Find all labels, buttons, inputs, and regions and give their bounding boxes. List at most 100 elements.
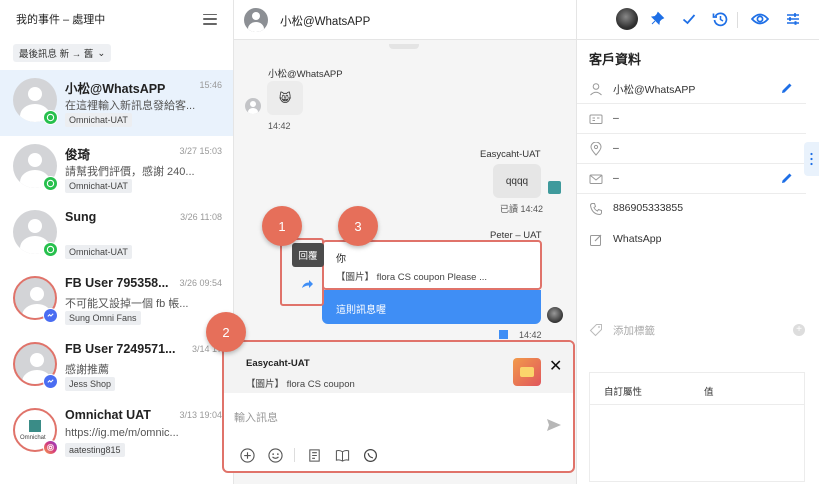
composer-toolbar: [238, 446, 379, 464]
email-row: –: [577, 164, 806, 194]
message-input[interactable]: [234, 412, 524, 424]
message-sender: Easycaht-UAT: [480, 149, 541, 160]
phone-icon: [589, 203, 602, 216]
conversation-name: Sung: [65, 210, 97, 224]
forward-icon[interactable]: [300, 277, 314, 291]
channel-tag: Omnichat-UAT: [65, 113, 132, 127]
outgoing-message[interactable]: 這則訊息喔: [322, 290, 541, 324]
whatsapp-icon: [43, 176, 58, 191]
side-panel-toggle[interactable]: [804, 142, 819, 176]
left-header: 我的事件 – 處理中: [0, 0, 233, 38]
whatsapp-icon: [43, 242, 58, 257]
callout-2: 2: [206, 312, 246, 352]
menu-icon[interactable]: [203, 13, 217, 25]
conversation-time: 3/13 19:04: [179, 410, 222, 420]
add-icon[interactable]: [238, 446, 256, 464]
user-avatar[interactable]: [616, 8, 638, 30]
bot-avatar-icon: [548, 181, 561, 194]
incoming-message[interactable]: 😸: [267, 81, 303, 115]
conversation-preview: https://ig.me/m/omnic...: [65, 427, 179, 439]
conversation-preview: 請幫我們評價，感謝 240...: [65, 166, 195, 178]
conversation-item[interactable]: Sung 3/26 11:08 Omnichat-UAT: [0, 202, 233, 268]
emoji-content: 😸: [278, 91, 292, 105]
chat-header: 小松@WhatsAPP: [234, 0, 576, 40]
message-text: qqqq: [505, 175, 529, 187]
profile-title: 客戶資料: [589, 52, 642, 67]
outgoing-message[interactable]: qqqq: [493, 164, 541, 198]
conversation-time: 3/26 09:54: [179, 278, 222, 288]
customer-profile-panel: 客戶資料 小松@WhatsAPP – – – 886905333855 What…: [576, 0, 819, 484]
pin-icon[interactable]: [647, 9, 667, 29]
conversation-name: 俊琦: [65, 148, 91, 162]
tag-icon: [589, 324, 602, 337]
location-icon: [590, 142, 602, 156]
chevron-down-icon: ⌄: [97, 47, 106, 59]
location-row: –: [577, 134, 806, 164]
table-header: 自訂屬性 值: [590, 373, 804, 405]
channel-icon: [499, 330, 508, 339]
sort-dropdown[interactable]: 最後訊息 新 → 舊 ⌄: [13, 44, 112, 62]
inbox-title: 我的事件 – 處理中: [16, 14, 106, 26]
customer-email: –: [613, 172, 619, 184]
omnichat-logo-icon: [29, 420, 41, 432]
quote-text: 【圖片】 flora CS coupon: [246, 379, 355, 390]
load-more-handle[interactable]: [389, 44, 419, 49]
whatsapp-icon: [43, 110, 58, 125]
id-row: –: [577, 104, 806, 134]
emoji-icon[interactable]: [266, 446, 284, 464]
person-icon: [590, 83, 602, 96]
id-card-icon: [589, 114, 603, 124]
reply-label: 回覆: [298, 251, 318, 262]
reply-button[interactable]: 回覆: [292, 243, 324, 267]
agent-avatar: [547, 307, 563, 323]
tag-row[interactable]: 添加標籤 +: [577, 315, 819, 345]
message-sender: 小松@WhatsAPP: [268, 69, 343, 80]
conversation-time: 3/27 15:03: [179, 146, 222, 156]
add-tag-button[interactable]: +: [793, 324, 805, 336]
conversation-preview: 在這裡輸入新訊息發給客...: [65, 100, 196, 112]
conversation-list: 小松@WhatsAPP 15:46 在這裡輸入新訊息發給客... Omnicha…: [0, 70, 233, 457]
custom-attributes-table: 自訂屬性 值: [589, 372, 805, 482]
customer-phone: 886905333855: [613, 202, 684, 214]
conversation-preview: 感謝推薦: [65, 364, 109, 376]
channel-tag: Sung Omni Fans: [65, 311, 141, 325]
customer-id: –: [613, 112, 619, 124]
conversation-item[interactable]: Omnichat Omnichat UAT 3/13 19:04 https:/…: [0, 400, 233, 466]
conversation-preview: 不可能又設掉一個 fb 帳...: [65, 298, 189, 310]
avatar[interactable]: [244, 8, 268, 32]
edit-pencil-icon[interactable]: [780, 81, 794, 95]
conversation-item[interactable]: FB User 795358... 3/26 09:54 不可能又設掉一個 fb…: [0, 268, 233, 334]
template-icon[interactable]: [305, 446, 323, 464]
avatar: [245, 98, 261, 114]
callout-3: 3: [338, 206, 378, 246]
settings-sliders-icon[interactable]: [783, 9, 803, 29]
add-tag-label: 添加標籤: [613, 325, 655, 337]
reply-quote-bar: Easycaht-UAT 【圖片】 flora CS coupon ✕: [224, 342, 573, 393]
chat-title: 小松@WhatsAPP: [280, 16, 371, 28]
channel-tag: Jess Shop: [65, 377, 116, 391]
whatsapp-icon[interactable]: [361, 446, 379, 464]
quoted-reply[interactable]: 你 【圖片】 flora CS coupon Please ...: [322, 240, 542, 290]
edit-box-icon: [590, 234, 602, 246]
send-icon[interactable]: [546, 418, 562, 432]
close-icon[interactable]: ✕: [549, 356, 562, 376]
name-row: 小松@WhatsAPP: [577, 74, 806, 104]
knowledge-book-icon[interactable]: [333, 446, 351, 464]
eye-icon[interactable]: [750, 9, 770, 29]
conversation-name: 小松@WhatsAPP: [65, 82, 166, 96]
conversation-time: 3/26 11:08: [180, 212, 222, 222]
edit-pencil-icon[interactable]: [780, 171, 794, 185]
conversation-time: 15:46: [199, 80, 222, 90]
quoted-text: 【圖片】 flora CS coupon Please ...: [336, 272, 488, 283]
check-icon[interactable]: [679, 9, 699, 29]
callout-1: 1: [262, 206, 302, 246]
channel-tag: aatesting815: [65, 443, 125, 457]
customer-name: 小松@WhatsAPP: [613, 84, 696, 96]
conversation-item[interactable]: 俊琦 3/27 15:03 請幫我們評價，感謝 240... Omnichat-…: [0, 136, 233, 202]
history-icon[interactable]: [710, 9, 730, 29]
messenger-icon: [43, 308, 58, 323]
quoted-sender: 你: [336, 254, 346, 265]
conversation-item[interactable]: 小松@WhatsAPP 15:46 在這裡輸入新訊息發給客... Omnicha…: [0, 70, 233, 136]
conversation-item[interactable]: FB User 7249571... 3/14 17 感謝推薦 Jess Sho…: [0, 334, 233, 400]
mail-icon: [589, 174, 603, 184]
